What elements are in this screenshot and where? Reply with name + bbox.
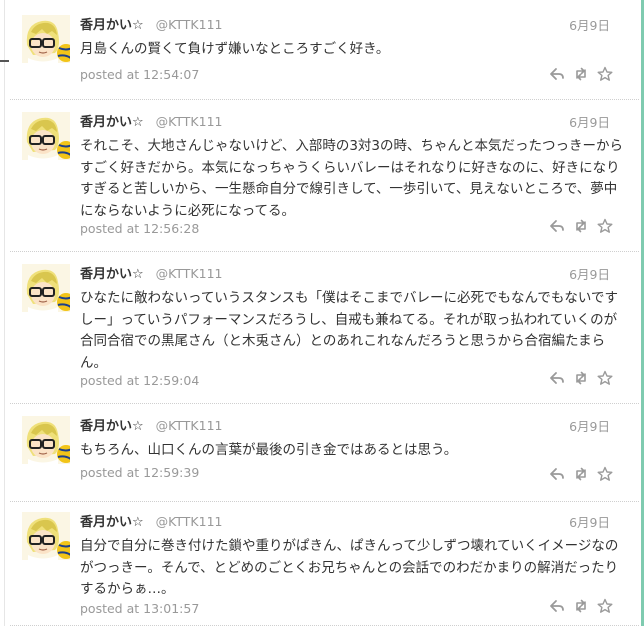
reply-icon[interactable] — [549, 466, 565, 482]
reply-icon[interactable] — [549, 218, 565, 234]
user-name[interactable]: 香月かい☆ — [80, 14, 144, 33]
tweet-item: 香月かい☆ @KTTK111 6月9日 それこそ、大地さんじゃないけど、入部時の… — [10, 100, 639, 252]
posted-time[interactable]: posted at 12:59:39 — [80, 465, 199, 480]
tweet-date[interactable]: 6月9日 — [569, 264, 610, 283]
avatar-image — [22, 264, 70, 312]
timeline: 香月かい☆ @KTTK111 6月9日 月島くんの賢くて負けず嫌いなところすごく… — [10, 0, 639, 626]
tweet-actions — [549, 466, 613, 482]
retweet-icon[interactable] — [573, 598, 589, 614]
star-icon[interactable] — [597, 218, 613, 234]
reply-icon[interactable] — [549, 370, 565, 386]
avatar[interactable] — [22, 416, 70, 464]
tweet-actions — [549, 370, 613, 386]
posted-time[interactable]: posted at 13:01:57 — [80, 601, 199, 616]
star-icon[interactable] — [597, 370, 613, 386]
user-name[interactable]: 香月かい☆ — [80, 111, 144, 130]
star-icon[interactable] — [597, 66, 613, 82]
tweet-item: 香月かい☆ @KTTK111 6月9日 自分で自分に巻き付けた鎖や重りがぱきん、… — [10, 502, 639, 626]
user-name[interactable]: 香月かい☆ — [80, 511, 144, 530]
avatar-image — [22, 112, 70, 160]
tweet-header: 香月かい☆ @KTTK111 — [80, 511, 223, 531]
retweet-icon[interactable] — [573, 66, 589, 82]
star-icon[interactable] — [597, 466, 613, 482]
reply-icon[interactable] — [549, 598, 565, 614]
reply-icon[interactable] — [549, 66, 565, 82]
tweet-date[interactable]: 6月9日 — [569, 512, 610, 531]
user-handle[interactable]: @KTTK111 — [156, 114, 223, 129]
retweet-icon[interactable] — [573, 466, 589, 482]
user-handle[interactable]: @KTTK111 — [156, 514, 223, 529]
retweet-icon[interactable] — [573, 218, 589, 234]
left-rail — [0, 0, 10, 626]
tweet-header: 香月かい☆ @KTTK111 — [80, 415, 223, 435]
avatar[interactable] — [22, 264, 70, 312]
avatar[interactable] — [22, 15, 70, 63]
posted-time[interactable]: posted at 12:54:07 — [80, 67, 199, 82]
star-icon[interactable] — [597, 598, 613, 614]
avatar[interactable] — [22, 512, 70, 560]
user-handle[interactable]: @KTTK111 — [156, 418, 223, 433]
user-name[interactable]: 香月かい☆ — [80, 415, 144, 434]
tweet-text: ひなたに敵わないっていうスタンスも「僕はそこまでバレーに必死でもなんでもないです… — [80, 290, 618, 371]
tweet-header: 香月かい☆ @KTTK111 — [80, 263, 223, 283]
left-rail-line — [4, 0, 5, 626]
posted-time[interactable]: posted at 12:59:04 — [80, 373, 199, 388]
tweet-item: 香月かい☆ @KTTK111 6月9日 月島くんの賢くて負けず嫌いなところすごく… — [10, 0, 639, 100]
tweet-item: 香月かい☆ @KTTK111 6月9日 もちろん、山口くんの言葉が最後の引き金で… — [10, 404, 639, 502]
tweet-text: もちろん、山口くんの言葉が最後の引き金ではあるとは思う。 — [80, 442, 458, 458]
user-handle[interactable]: @KTTK111 — [156, 266, 223, 281]
tweet-header: 香月かい☆ @KTTK111 — [80, 111, 223, 131]
user-handle[interactable]: @KTTK111 — [156, 17, 223, 32]
left-rail-marker — [0, 60, 9, 62]
avatar-image — [22, 416, 70, 464]
tweet-text: 自分で自分に巻き付けた鎖や重りがぱきん、ぱきんって少しずつ壊れていくイメージなの… — [80, 538, 619, 597]
tweet-date[interactable]: 6月9日 — [569, 15, 610, 34]
tweet-text: それこそ、大地さんじゃないけど、入部時の3対3の時、ちゃんと本気だったつっきーか… — [80, 138, 624, 219]
tweet-item: 香月かい☆ @KTTK111 6月9日 ひなたに敵わないっていうスタンスも「僕は… — [10, 252, 639, 404]
avatar-image — [22, 15, 70, 63]
tweet-actions — [549, 218, 613, 234]
avatar[interactable] — [22, 112, 70, 160]
tweet-actions — [549, 598, 613, 614]
posted-time[interactable]: posted at 12:56:28 — [80, 221, 199, 236]
tweet-date[interactable]: 6月9日 — [569, 416, 610, 435]
tweet-actions — [549, 66, 613, 82]
user-name[interactable]: 香月かい☆ — [80, 263, 144, 282]
retweet-icon[interactable] — [573, 370, 589, 386]
avatar-image — [22, 512, 70, 560]
tweet-text: 月島くんの賢くて負けず嫌いなところすごく好き。 — [80, 41, 390, 57]
tweet-date[interactable]: 6月9日 — [569, 112, 610, 131]
tweet-header: 香月かい☆ @KTTK111 — [80, 14, 223, 34]
